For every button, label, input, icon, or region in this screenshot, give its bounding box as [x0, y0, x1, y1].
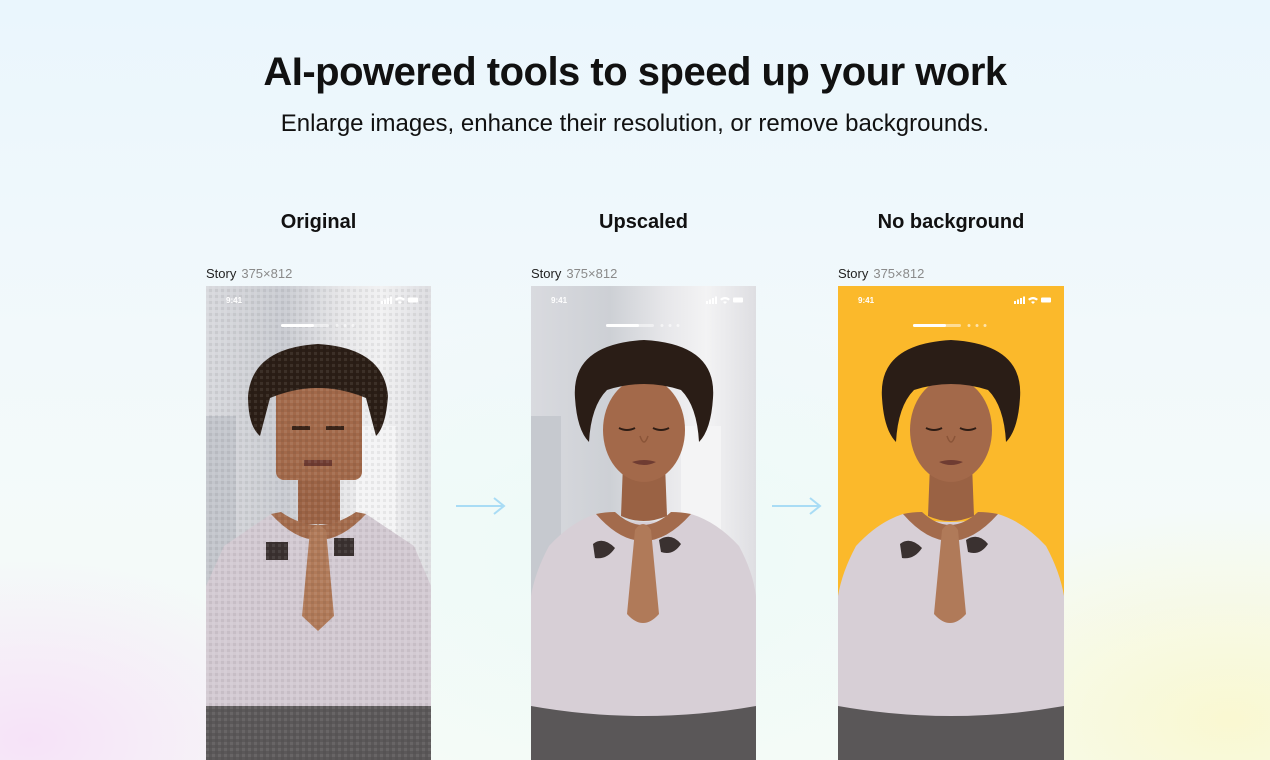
- wifi-icon: [395, 297, 405, 304]
- signal-icon: [706, 296, 717, 304]
- story-progress: [281, 324, 355, 327]
- frame-name: Story: [206, 266, 237, 281]
- battery-icon: [408, 297, 418, 303]
- frame-name: Story: [531, 266, 562, 281]
- signal-icon: [381, 296, 392, 304]
- wifi-icon: [1028, 297, 1038, 304]
- column-title-no-background: No background: [877, 211, 1025, 233]
- signal-icon: [1014, 296, 1025, 304]
- status-time: 9:41: [226, 296, 243, 305]
- page-title: AI-powered tools to speed up your work: [263, 50, 1007, 94]
- status-time: 9:41: [551, 296, 568, 305]
- status-icons: [381, 296, 418, 304]
- person-photo-no-background: [838, 340, 1064, 760]
- story-progress: [606, 324, 680, 327]
- frame-label-no-background[interactable]: Story 375×812: [838, 266, 924, 281]
- page-subtitle: Enlarge images, enhance their resolution…: [280, 110, 990, 137]
- status-icons: [706, 296, 743, 304]
- frame-size: 375×812: [241, 266, 293, 281]
- frame-size: 375×812: [566, 266, 618, 281]
- person-photo-pixelated: [206, 286, 431, 760]
- column-title-upscaled: Upscaled: [599, 211, 688, 233]
- column-title-original: Original: [280, 211, 357, 233]
- battery-icon: [1041, 297, 1051, 303]
- battery-icon: [733, 297, 743, 303]
- frame-name: Story: [838, 266, 869, 281]
- status-icons: [1014, 296, 1051, 304]
- frame-size: 375×812: [873, 266, 925, 281]
- arrow-right-icon: [456, 497, 506, 515]
- frame-label-original[interactable]: Story 375×812: [206, 266, 292, 281]
- story-frame-upscaled[interactable]: 9:41: [531, 286, 756, 760]
- arrow-right-icon: [772, 497, 822, 515]
- story-frame-original[interactable]: 9:41: [206, 286, 431, 760]
- story-progress: [913, 324, 987, 327]
- frame-label-upscaled[interactable]: Story 375×812: [531, 266, 617, 281]
- person-photo-upscaled: [531, 340, 756, 760]
- story-frame-no-background[interactable]: 9:41: [838, 286, 1064, 760]
- wifi-icon: [720, 297, 730, 304]
- status-time: 9:41: [858, 296, 875, 305]
